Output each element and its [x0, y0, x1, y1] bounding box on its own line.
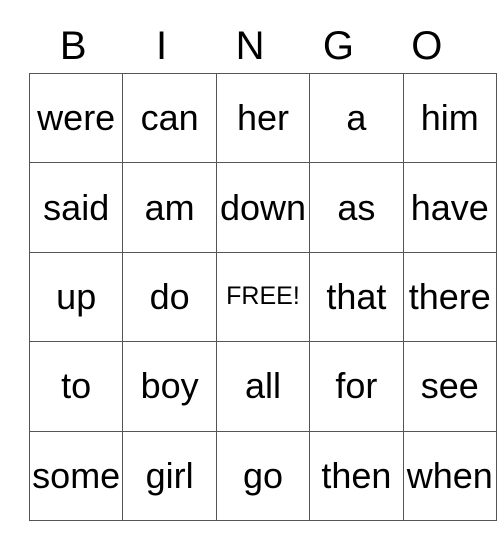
- bingo-header-letter-g: G: [322, 23, 354, 68]
- bingo-cell[interactable]: see: [402, 341, 497, 432]
- bingo-cell[interactable]: her: [215, 72, 311, 164]
- bingo-cell[interactable]: am: [122, 162, 217, 253]
- bingo-cell[interactable]: that: [309, 251, 404, 343]
- bingo-header-row: B I N G O: [29, 18, 471, 73]
- bingo-header-letter-o: O: [411, 23, 443, 68]
- bingo-cell[interactable]: all: [215, 341, 311, 432]
- bingo-cell[interactable]: go: [215, 430, 311, 521]
- bingo-cell[interactable]: have: [402, 162, 497, 253]
- bingo-header-letter-b: B: [59, 23, 87, 68]
- bingo-cell[interactable]: a: [309, 72, 404, 164]
- bingo-cell[interactable]: can: [122, 72, 217, 164]
- bingo-cell[interactable]: were: [28, 72, 124, 164]
- bingo-row: to boy all for see: [28, 341, 497, 432]
- bingo-cell[interactable]: there: [402, 251, 497, 343]
- bingo-cell[interactable]: down: [215, 162, 311, 253]
- bingo-free-space-cell[interactable]: FREE!: [215, 251, 311, 343]
- bingo-header-letter-i: I: [156, 23, 168, 68]
- bingo-row: up do FREE! that there: [28, 251, 497, 343]
- bingo-cell[interactable]: some: [28, 430, 124, 521]
- bingo-cell[interactable]: said: [28, 162, 124, 253]
- bingo-cell[interactable]: when: [402, 430, 497, 521]
- bingo-cell[interactable]: girl: [122, 430, 217, 521]
- bingo-cell[interactable]: up: [28, 251, 124, 343]
- bingo-row: were can her a him: [28, 72, 497, 164]
- bingo-header-letter-n: N: [235, 23, 265, 68]
- bingo-cell[interactable]: to: [28, 341, 124, 432]
- bingo-row: said am down as have: [28, 162, 497, 253]
- bingo-cell[interactable]: him: [402, 72, 497, 164]
- bingo-cell[interactable]: for: [309, 341, 404, 432]
- bingo-cell[interactable]: as: [309, 162, 404, 253]
- bingo-cell[interactable]: boy: [122, 341, 217, 432]
- bingo-cell[interactable]: then: [309, 430, 404, 521]
- bingo-grid: were can her a him said am down as have …: [28, 72, 497, 521]
- bingo-cell[interactable]: do: [122, 251, 217, 343]
- bingo-row: some girl go then when: [28, 430, 497, 521]
- bingo-card: B I N G O were can her a him said am dow…: [0, 0, 500, 544]
